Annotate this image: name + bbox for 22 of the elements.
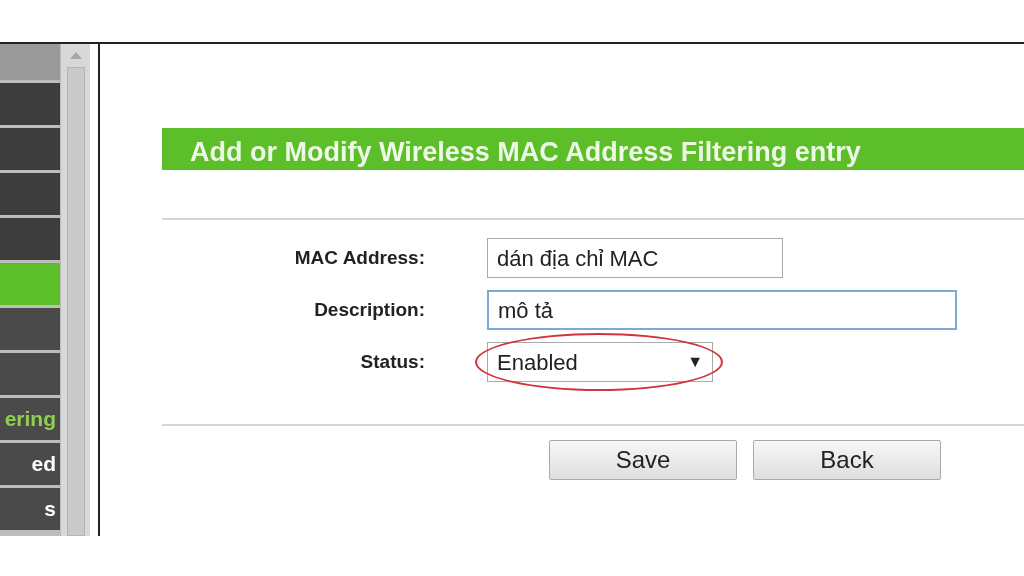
section-title: Add or Modify Wireless MAC Address Filtering entry [162, 128, 1024, 170]
sidebar-item[interactable] [0, 263, 60, 305]
status-dropdown[interactable]: Enabled ▼ [487, 342, 713, 382]
sidebar-item[interactable] [0, 173, 60, 215]
back-button[interactable]: Back [753, 440, 941, 480]
sidebar-item[interactable]: ering [0, 398, 60, 440]
save-button[interactable]: Save [549, 440, 737, 480]
field-label: Description: [314, 298, 425, 320]
text-input-field[interactable]: dán địa chỉ MAC [487, 238, 783, 278]
text-input-field[interactable]: mô tả [487, 290, 957, 330]
scroll-up-arrow-icon[interactable] [69, 52, 82, 59]
sidebar-item[interactable] [0, 128, 60, 170]
sidebar-item[interactable] [0, 44, 60, 80]
sidebar-item[interactable] [0, 218, 60, 260]
sidebar-item[interactable]: ed [0, 443, 60, 485]
sidebar-item[interactable] [0, 308, 60, 350]
scrollbar-thumb[interactable] [66, 67, 85, 536]
sidebar-item[interactable] [0, 353, 60, 395]
field-label: MAC Address: [294, 246, 425, 268]
sidebar-item[interactable] [0, 83, 60, 125]
sidebar-item[interactable]: s [0, 488, 60, 530]
field-label: Status: [360, 350, 425, 372]
